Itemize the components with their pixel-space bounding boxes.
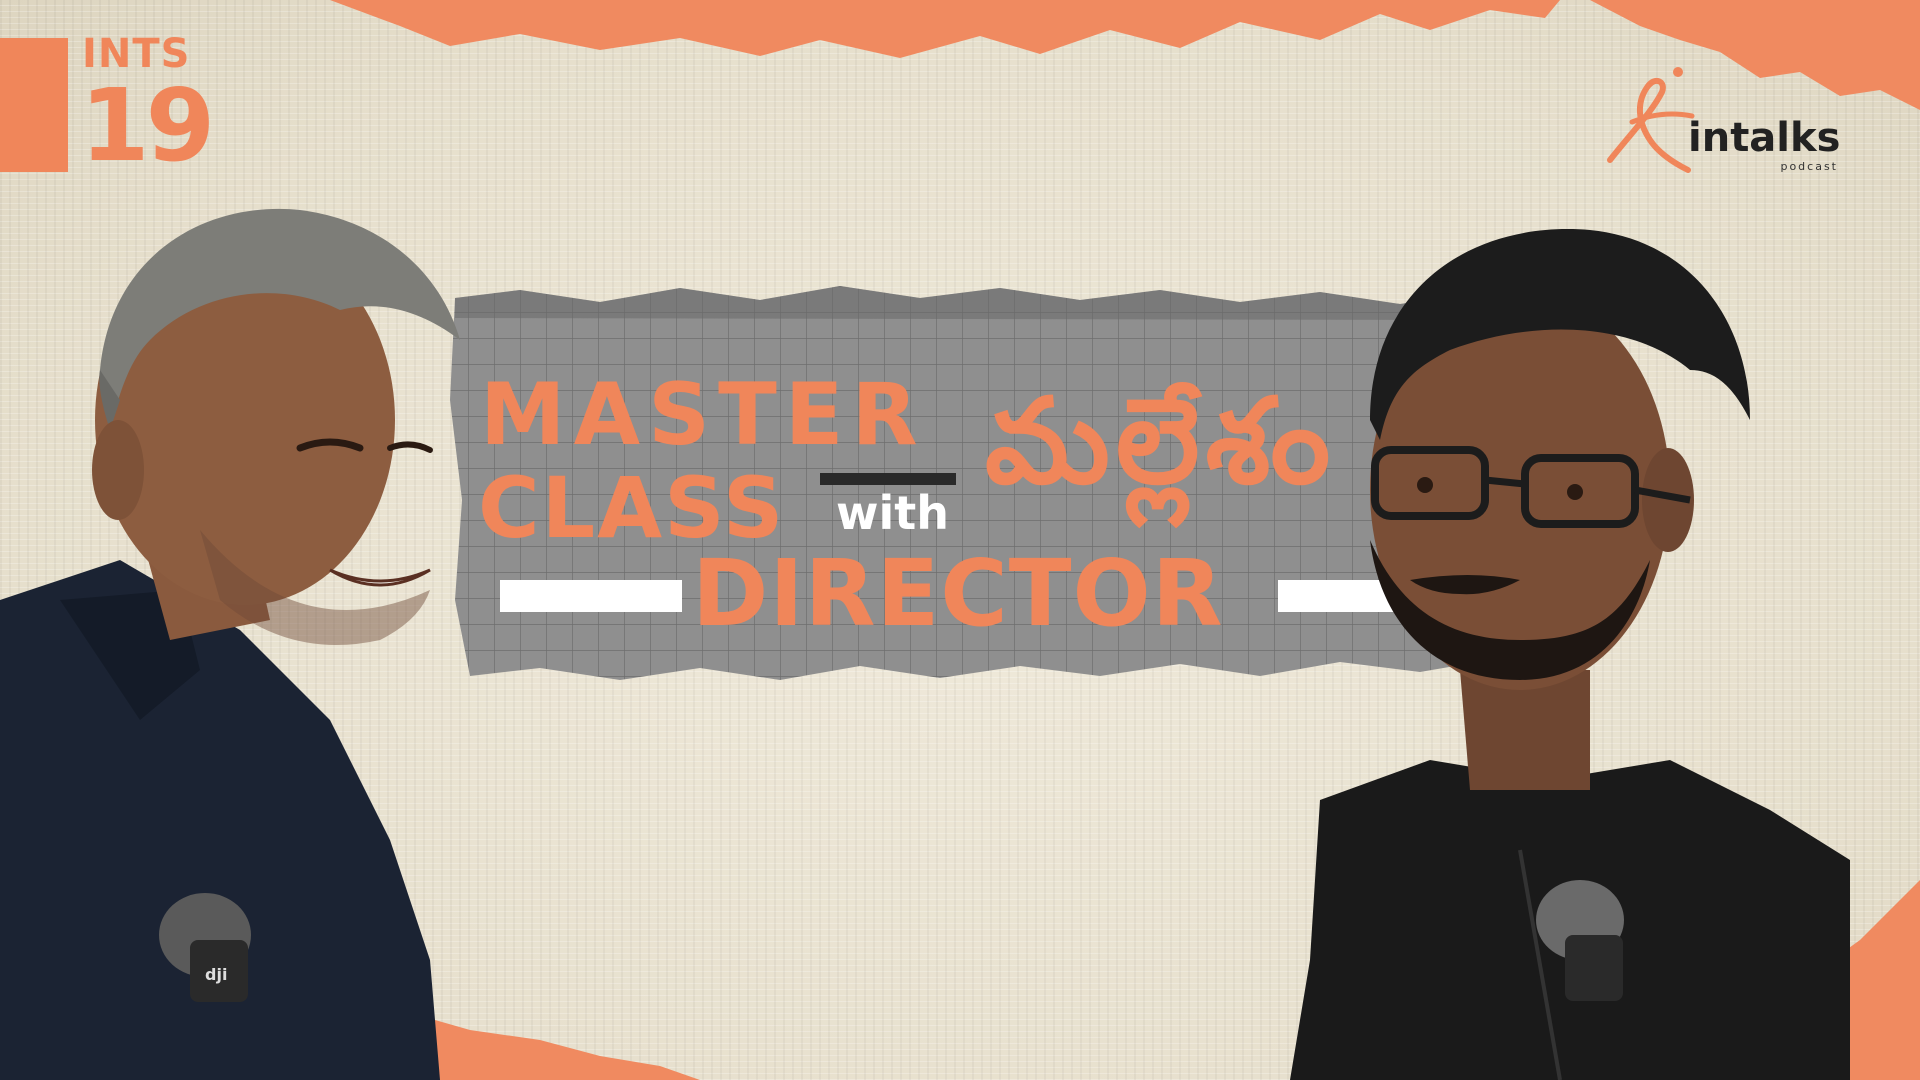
host-portrait xyxy=(1290,229,1850,1080)
guest-mic-brand: dji xyxy=(205,965,227,984)
title-with: with xyxy=(836,486,950,540)
thumbnail-canvas: INTS 19 intalks podcast MASTER CLASS wit… xyxy=(0,0,1920,1080)
guest-portrait: dji xyxy=(0,208,460,1080)
title-director: DIRECTOR xyxy=(692,540,1224,647)
title-divider-rule xyxy=(820,473,956,485)
title-telugu-name: మల్లేశం xyxy=(985,372,1337,510)
